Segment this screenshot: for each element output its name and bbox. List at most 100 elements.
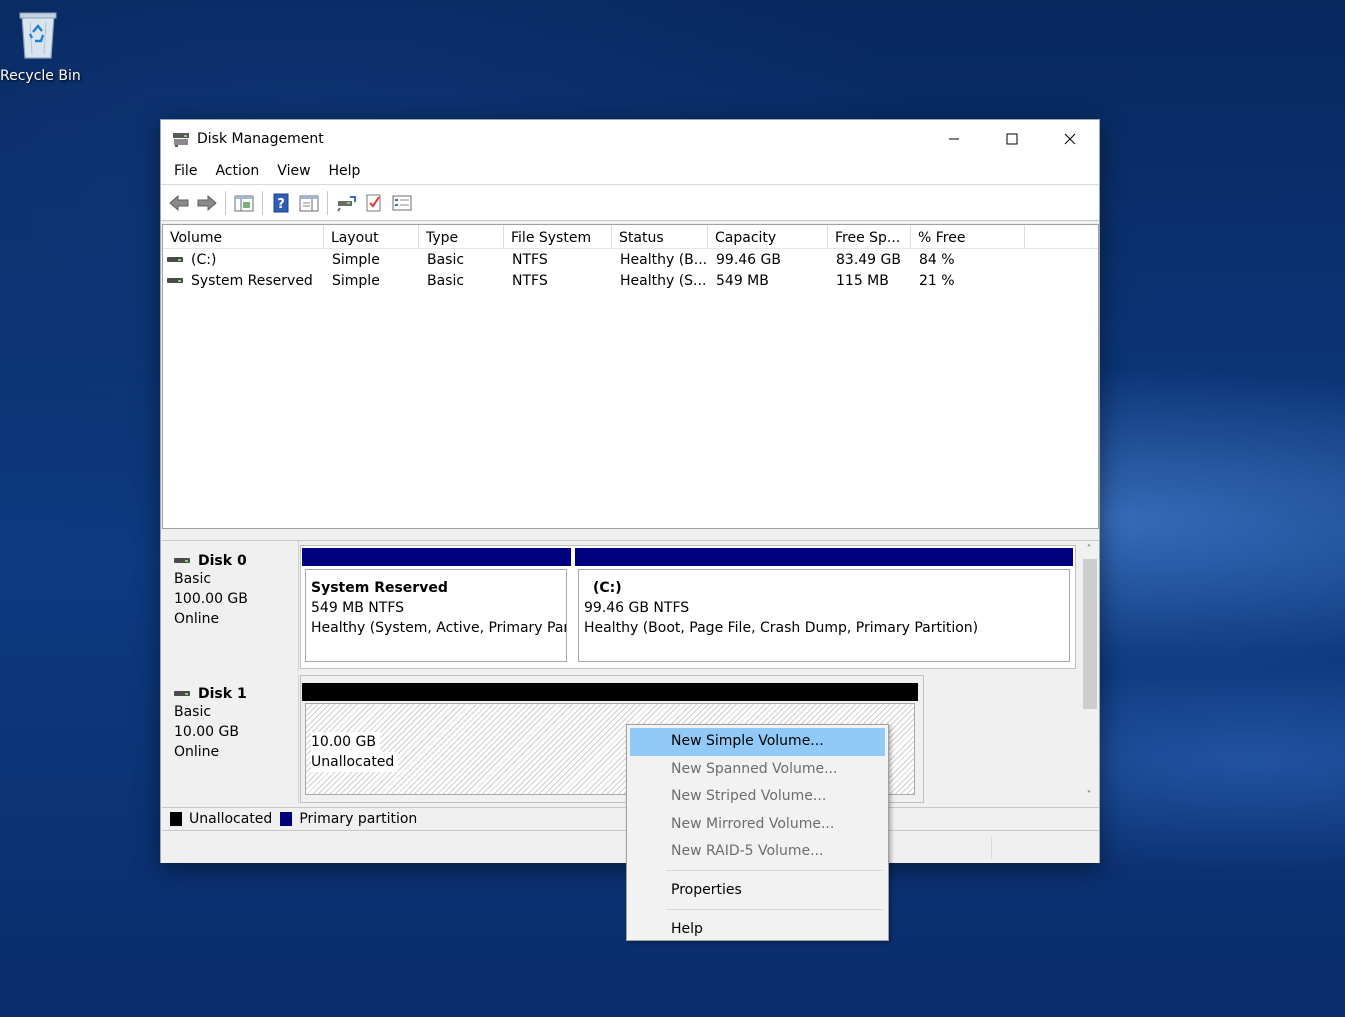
volume-list-header: Volume Layout Type File System Status Ca…	[163, 225, 1098, 249]
partition-status: Healthy (Boot, Page File, Crash Dump, Pr…	[584, 620, 979, 636]
disk-name: Disk 1	[198, 686, 247, 702]
disk-icon	[174, 557, 190, 565]
volume-free-space: 83.49 GB	[836, 251, 901, 268]
volume-percent-free: 84 %	[919, 251, 955, 268]
volume-file-system: NTFS	[512, 251, 548, 268]
volume-status: Healthy (S...	[620, 272, 707, 289]
menu-new-mirrored-volume: New Mirrored Volume...	[671, 815, 835, 832]
partition-c-drive[interactable]: (C:) 99.46 GB NTFS Healthy (Boot, Page F…	[578, 569, 1070, 662]
legend-primary-swatch	[280, 812, 293, 826]
disk-name: Disk 0	[198, 553, 247, 569]
disk-1-label[interactable]: Disk 1 Basic 10.00 GB Online	[162, 674, 299, 804]
connect-drive-icon	[337, 195, 356, 212]
menu-separator	[666, 869, 883, 871]
partition-status: Healthy (System, Active, Primary Partit	[311, 620, 567, 636]
volume-status: Healthy (B...	[620, 251, 708, 268]
menu-properties[interactable]: Properties	[630, 875, 885, 905]
menu-separator	[666, 908, 883, 910]
column-header-status[interactable]: Status	[612, 225, 708, 248]
scroll-up-icon[interactable]: ˄	[1079, 541, 1099, 557]
volume-type: Basic	[427, 272, 465, 289]
volume-row[interactable]: System Reserved Simple Basic NTFS Health…	[163, 270, 1098, 291]
volume-file-system: NTFS	[512, 272, 548, 289]
recycle-bin-icon	[16, 8, 60, 60]
volume-name: (C:)	[191, 251, 217, 268]
volume-percent-free: 21 %	[919, 272, 955, 289]
column-header-percent-free[interactable]: % Free	[911, 225, 1025, 248]
back-arrow-icon	[169, 194, 189, 211]
minimize-button[interactable]	[925, 120, 983, 157]
menu-new-simple-volume[interactable]: New Simple Volume...	[630, 728, 885, 756]
menu-new-striped-volume: New Striped Volume...	[671, 788, 827, 804]
help-book-icon: ?	[273, 193, 289, 212]
maximize-button[interactable]	[983, 120, 1041, 157]
check-properties-button[interactable]	[360, 189, 388, 217]
disk-0-area: System Reserved 549 MB NTFS Healthy (Sys…	[300, 545, 1076, 669]
graphical-view-scrollbar[interactable]: ˄ ˅	[1079, 541, 1099, 806]
console-tree-icon	[234, 195, 254, 211]
context-menu: New Simple Volume... New Spanned Volume.…	[626, 724, 889, 941]
list-view-icon	[392, 195, 412, 210]
scrollbar-thumb[interactable]	[1083, 559, 1097, 709]
svg-text:?: ?	[277, 197, 285, 212]
forward-button[interactable]	[193, 189, 221, 217]
drive-icon	[167, 277, 183, 285]
show-hide-action-pane-button[interactable]	[295, 189, 323, 217]
column-header-volume[interactable]: Volume	[163, 225, 324, 248]
volume-name: System Reserved	[191, 272, 313, 289]
drive-icon	[167, 256, 183, 264]
volume-type: Basic	[427, 251, 465, 268]
show-hide-console-tree-button[interactable]	[230, 189, 258, 217]
volume-free-space: 115 MB	[836, 272, 889, 289]
connect-virtual-disk-button[interactable]	[332, 189, 360, 217]
checklist-icon	[366, 194, 381, 211]
menu-new-spanned-volume: New Spanned Volume...	[671, 760, 838, 777]
volume-capacity: 99.46 GB	[716, 251, 781, 268]
scroll-down-icon[interactable]: ˅	[1079, 787, 1099, 803]
disk-icon	[174, 690, 190, 698]
pane-splitter[interactable]	[162, 529, 1099, 541]
volume-row[interactable]: (C:) Simple Basic NTFS Healthy (B... 99.…	[163, 249, 1098, 270]
menu-file[interactable]: File	[165, 157, 206, 185]
volume-capacity: 549 MB	[716, 272, 769, 289]
volume-layout: Simple	[332, 272, 380, 289]
window-title: Disk Management	[197, 130, 324, 147]
maximize-icon	[1006, 133, 1018, 144]
menu-new-raid5-volume: New RAID-5 Volume...	[671, 843, 824, 859]
partition-system-reserved[interactable]: System Reserved 549 MB NTFS Healthy (Sys…	[305, 569, 567, 662]
legend-unallocated-label: Unallocated	[189, 811, 273, 827]
title-bar[interactable]: Disk Management	[161, 120, 1099, 157]
menu-view[interactable]: View	[268, 157, 319, 185]
primary-partition-bar	[302, 548, 571, 566]
menu-help-item[interactable]: Help	[630, 914, 885, 944]
menu-action[interactable]: Action	[206, 157, 268, 185]
back-button[interactable]	[165, 189, 193, 217]
toolbar-separator	[225, 190, 226, 215]
legend-unallocated-swatch	[170, 812, 182, 826]
unallocated-label: Unallocated	[311, 752, 399, 772]
toolbar: ?	[161, 185, 1099, 221]
column-header-file-system[interactable]: File System	[504, 225, 612, 248]
volume-list: Volume Layout Type File System Status Ca…	[162, 224, 1099, 529]
column-header-type[interactable]: Type	[419, 225, 504, 248]
column-header-capacity[interactable]: Capacity	[708, 225, 828, 248]
list-view-button[interactable]	[388, 189, 416, 217]
disk-management-app-icon	[173, 132, 189, 147]
column-header-free-space[interactable]: Free Sp...	[828, 225, 911, 248]
partition-title: (C:)	[593, 580, 622, 596]
disk-0-label[interactable]: Disk 0 Basic 100.00 GB Online	[162, 541, 299, 671]
legend-primary-label: Primary partition	[299, 811, 418, 827]
unallocated-size: 10.00 GB	[311, 732, 380, 752]
toolbar-separator	[327, 190, 328, 215]
column-header-layout[interactable]: Layout	[324, 225, 419, 248]
recycle-bin-shortcut[interactable]: Recycle Bin	[0, 6, 81, 84]
primary-partition-bar	[575, 548, 1073, 566]
toolbar-separator	[262, 190, 263, 215]
help-button[interactable]: ?	[267, 189, 295, 217]
menu-help[interactable]: Help	[320, 157, 370, 185]
unallocated-bar	[302, 683, 918, 701]
minimize-icon	[949, 138, 959, 139]
close-button[interactable]	[1041, 120, 1099, 157]
close-icon	[1064, 133, 1076, 144]
action-pane-icon	[299, 195, 319, 211]
